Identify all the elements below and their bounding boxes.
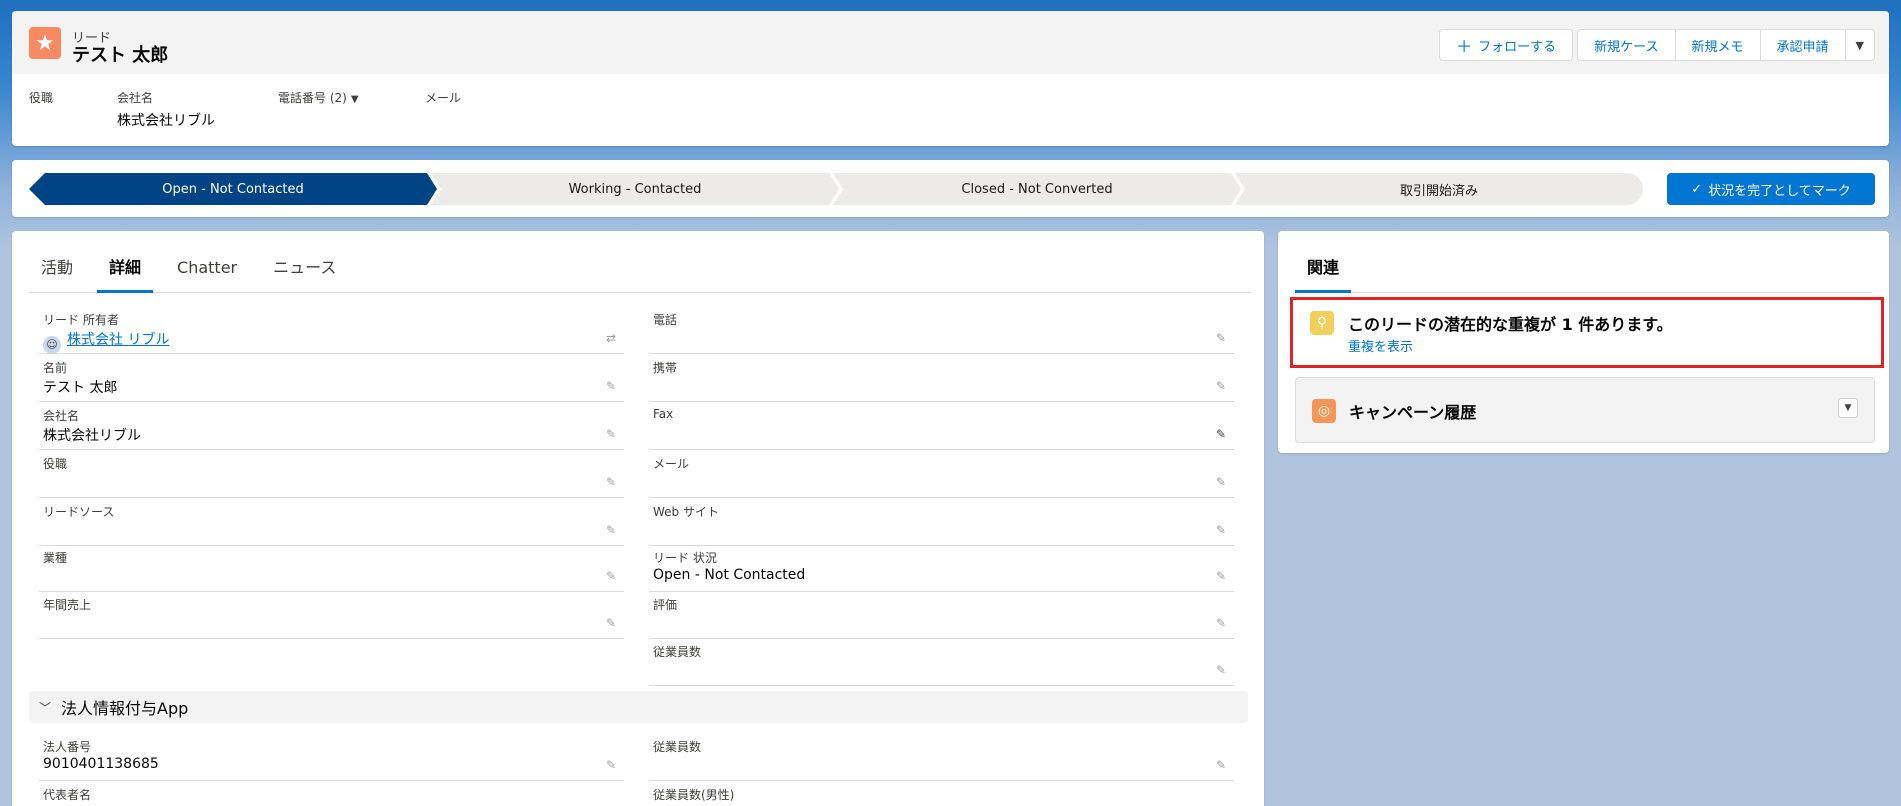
pencil-icon[interactable]: ✎: [1214, 616, 1228, 630]
highlight-phone[interactable]: 電話番号 (2) ▼: [278, 89, 359, 106]
chevron-down-icon: ▼: [1855, 38, 1864, 52]
header-actions: ＋ フォローする 新規ケース 新規メモ 承認申請 ▼: [1439, 29, 1875, 61]
check-icon: ✓: [1691, 181, 1703, 197]
new-note-button[interactable]: 新規メモ: [1674, 29, 1761, 61]
field-mobile: 携帯 ✎: [649, 355, 1234, 402]
section-title: 法人情報付与App: [61, 699, 189, 718]
field-employees: 従業員数 ✎: [649, 639, 1234, 686]
field-email: メール ✎: [649, 451, 1234, 498]
pencil-icon[interactable]: ✎: [604, 379, 618, 393]
lead-owner-link[interactable]: 株式会社 リブル: [67, 332, 169, 348]
action-button-group: 新規ケース 新規メモ 承認申請 ▼: [1577, 29, 1875, 61]
mark-status-complete-button[interactable]: ✓ 状況を完了としてマーク: [1667, 173, 1875, 205]
pencil-icon[interactable]: ✎: [1214, 379, 1228, 393]
plus-icon: ＋: [1456, 37, 1473, 56]
field-title: 役職 ✎: [39, 451, 624, 498]
pencil-icon[interactable]: ✎: [604, 475, 618, 489]
field-rating: 評価 ✎: [649, 592, 1234, 639]
pencil-icon[interactable]: ✎: [1214, 523, 1228, 537]
field-phone: 電話 ✎: [649, 307, 1234, 354]
pencil-icon[interactable]: ✎: [604, 616, 618, 630]
record-header: ★ リード テスト 太郎 ＋ フォローする 新規ケース 新規メモ 承認申請 ▼: [12, 11, 1889, 74]
highlight-company: 会社名 株式会社リブル: [117, 91, 215, 129]
pencil-icon[interactable]: ✎: [604, 427, 618, 441]
field-company: 会社名 株式会社リブル ✎: [39, 403, 624, 450]
pencil-icon[interactable]: ✎: [1214, 427, 1228, 441]
phone-label: 電話番号 (2): [278, 91, 347, 105]
duplicate-title: このリードの潜在的な重複が 1 件あります。: [1348, 315, 1673, 334]
tab-chatter[interactable]: Chatter: [165, 249, 249, 293]
campaign-history-title[interactable]: キャンペーン履歴: [1349, 399, 1476, 423]
field-fax: Fax ✎: [649, 403, 1234, 450]
field-section-employees: 従業員数 ✎: [649, 734, 1234, 781]
pencil-icon[interactable]: ✎: [1214, 475, 1228, 489]
field-name: 名前 テスト 太郎 ✎: [39, 355, 624, 402]
detail-card: 活動 詳細 Chatter ニュース リード 所有者 ☺ 株式会社 リブル ⇄ 名…: [12, 231, 1264, 806]
target-icon: ◎: [1312, 399, 1336, 423]
field-representative: 代表者名 ✎: [39, 782, 624, 806]
field-employees-male: 従業員数(男性) ✎: [649, 782, 1234, 806]
field-industry: 業種 ✎: [39, 545, 624, 592]
highlight-title: 役職: [29, 91, 54, 105]
pencil-icon[interactable]: ✎: [1214, 663, 1228, 677]
follow-button[interactable]: ＋ フォローする: [1439, 29, 1574, 61]
highlight-email: メール: [425, 91, 462, 105]
record-highlights-panel: ★ リード テスト 太郎 ＋ フォローする 新規ケース 新規メモ 承認申請 ▼ …: [12, 11, 1889, 146]
tab-related[interactable]: 関連: [1295, 249, 1352, 293]
field-website: Web サイト ✎: [649, 499, 1234, 546]
duplicate-alert: ⚲ このリードの潜在的な重複が 1 件あります。 重複を表示: [1290, 297, 1884, 368]
pencil-icon[interactable]: ✎: [1214, 758, 1228, 772]
field-annual-revenue: 年間売上 ✎: [39, 592, 624, 639]
path-step-closed[interactable]: Closed - Not Converted: [833, 173, 1241, 205]
related-card: 関連 ⚲ このリードの潜在的な重複が 1 件あります。 重複を表示 ◎ キャンペ…: [1278, 231, 1889, 453]
related-tabs: 関連: [1295, 249, 1872, 293]
new-case-button[interactable]: 新規ケース: [1577, 29, 1676, 61]
chevron-down-icon: ﹀: [39, 700, 52, 715]
more-actions-button[interactable]: ▼: [1844, 29, 1875, 61]
field-lead-source: リードソース ✎: [39, 499, 624, 546]
path-step-working[interactable]: Working - Contacted: [431, 173, 839, 205]
pencil-icon[interactable]: ✎: [1214, 331, 1228, 345]
follow-button-label: フォローする: [1478, 39, 1557, 55]
field-corporate-number: 法人番号 9010401138685 ✎: [39, 734, 624, 781]
lead-icon: ★: [29, 27, 61, 59]
tab-activity[interactable]: 活動: [29, 249, 85, 293]
duplicate-icon: ⚲: [1310, 311, 1334, 335]
field-lead-status: リード 状況 Open - Not Contacted ✎: [649, 545, 1234, 592]
section-corporate-info[interactable]: ﹀ 法人情報付与App: [29, 691, 1248, 723]
tab-details[interactable]: 詳細: [97, 249, 154, 293]
approval-button[interactable]: 承認申請: [1759, 29, 1846, 61]
tab-news[interactable]: ニュース: [261, 249, 348, 293]
pencil-icon[interactable]: ✎: [604, 758, 618, 772]
record-name: テスト 太郎: [72, 45, 169, 66]
change-owner-icon[interactable]: ⇄: [604, 331, 618, 345]
chevron-down-icon[interactable]: ▼: [1838, 398, 1858, 418]
campaign-history-card: ◎ キャンペーン履歴 ▼: [1295, 377, 1875, 443]
path-step-open[interactable]: Open - Not Contacted: [29, 173, 437, 205]
pencil-icon[interactable]: ✎: [604, 569, 618, 583]
field-lead-owner: リード 所有者 ☺ 株式会社 リブル ⇄: [39, 307, 624, 354]
caret-down-icon[interactable]: ▼: [351, 94, 359, 105]
record-tabs: 活動 詳細 Chatter ニュース: [29, 249, 1251, 293]
pencil-icon[interactable]: ✎: [604, 523, 618, 537]
path-step-converted[interactable]: 取引開始済み: [1235, 173, 1643, 205]
view-duplicates-link[interactable]: 重複を表示: [1348, 336, 1413, 355]
status-path: Open - Not Contacted Working - Contacted…: [29, 173, 1643, 205]
pencil-icon[interactable]: ✎: [1214, 569, 1228, 583]
path-card: Open - Not Contacted Working - Contacted…: [12, 160, 1889, 217]
mark-status-label: 状況を完了としてマーク: [1708, 183, 1851, 199]
avatar: ☺: [43, 336, 61, 354]
